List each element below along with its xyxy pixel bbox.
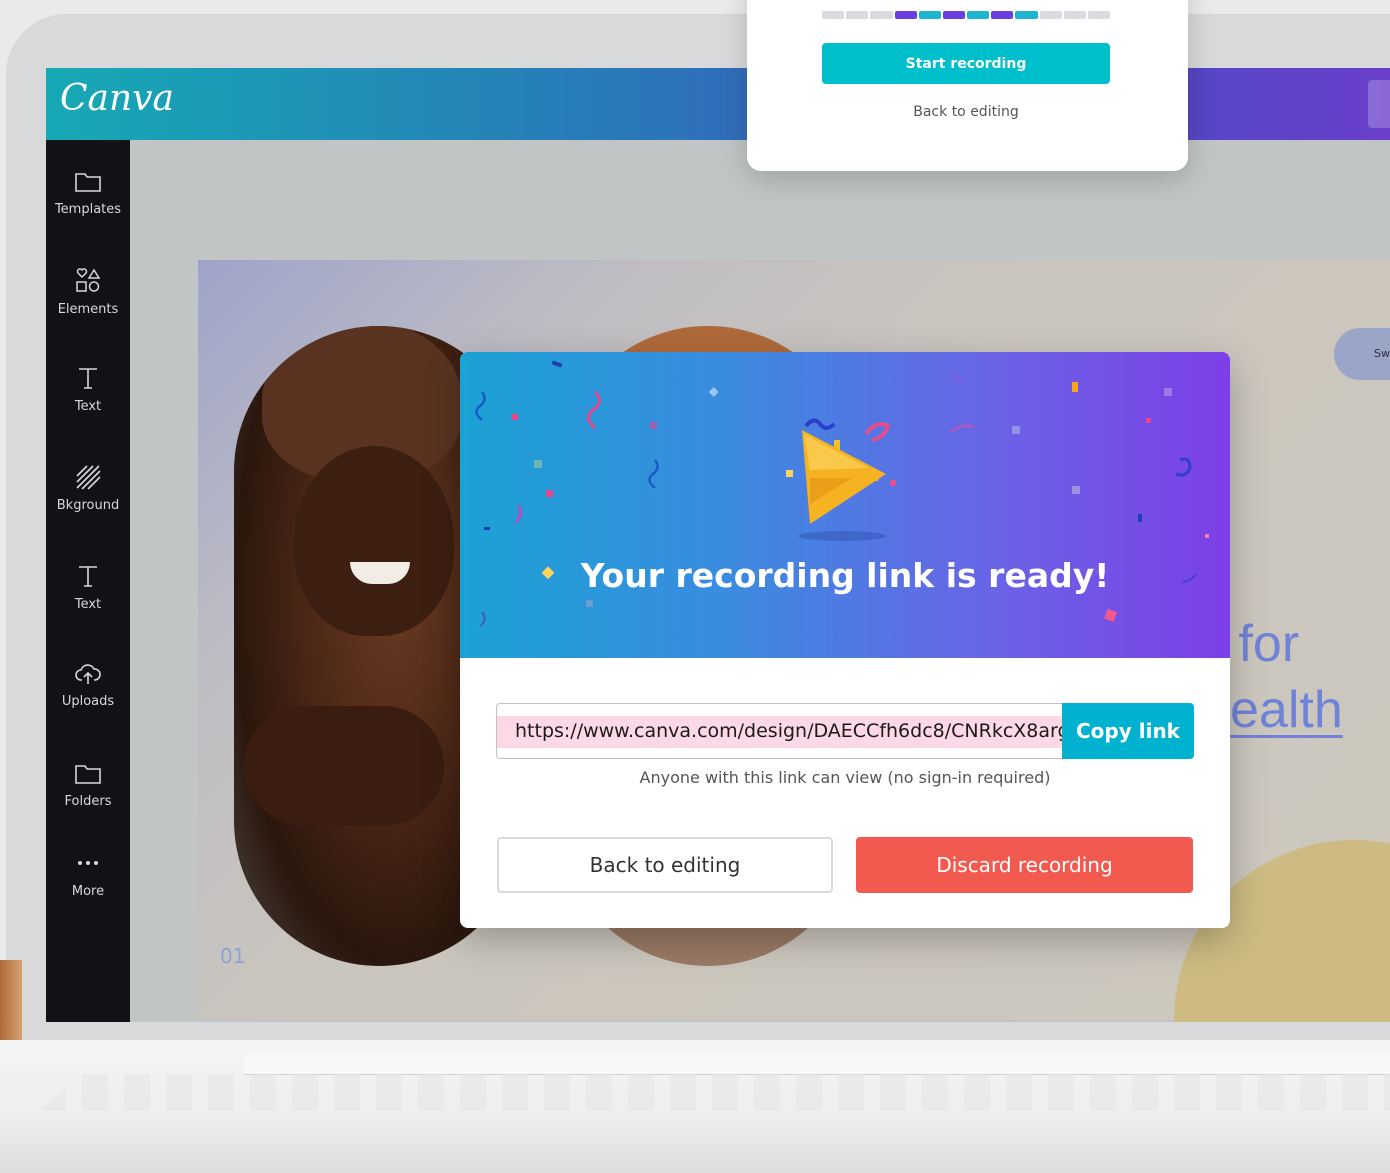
top-bar: Canva bbox=[46, 68, 1390, 140]
meter-segment bbox=[870, 11, 893, 19]
discard-recording-button[interactable]: Discard recording bbox=[856, 837, 1193, 893]
sidebar-item-label: Text bbox=[74, 597, 102, 612]
shapes-icon bbox=[46, 266, 130, 298]
sidebar-item-more[interactable]: More bbox=[46, 848, 130, 899]
share-link-row: Copy link bbox=[496, 703, 1194, 759]
share-link-input[interactable] bbox=[496, 703, 1062, 759]
sidebar-item-folders[interactable]: Folders bbox=[46, 758, 130, 809]
recording-link-modal: Your recording link is ready! Copy link … bbox=[460, 352, 1230, 928]
swap-pill-button[interactable]: Sw bbox=[1334, 328, 1390, 380]
back-to-editing-button[interactable]: Back to editing bbox=[497, 837, 833, 893]
sidebar-item-label: Uploads bbox=[61, 694, 115, 709]
background-hatch-icon bbox=[46, 462, 130, 494]
sidebar-item-text-2[interactable]: Text bbox=[46, 561, 130, 612]
sidebar-item-uploads[interactable]: Uploads bbox=[46, 658, 130, 709]
sidebar-item-elements[interactable]: Elements bbox=[46, 266, 130, 317]
sidebar: Templates Elements Text Bkground Text Up… bbox=[46, 140, 130, 1022]
table-edge bbox=[0, 960, 22, 1040]
sidebar-item-label: Elements bbox=[57, 302, 119, 317]
meter-segment bbox=[1039, 11, 1062, 19]
folder-icon bbox=[46, 166, 130, 198]
start-recording-button[interactable]: Start recording bbox=[822, 43, 1110, 84]
meter-segment bbox=[1063, 11, 1086, 19]
face-shape bbox=[294, 446, 454, 636]
canva-logo: Canva bbox=[60, 78, 174, 119]
sidebar-item-label: Folders bbox=[64, 794, 112, 809]
party-popper-icon bbox=[786, 418, 896, 541]
meter-segment bbox=[822, 11, 845, 19]
back-to-editing-link[interactable]: Back to editing bbox=[822, 104, 1110, 120]
more-dots-icon bbox=[46, 848, 130, 880]
meter-segment bbox=[1015, 11, 1038, 19]
hand-shape bbox=[244, 706, 444, 826]
keyboard bbox=[40, 1074, 1390, 1110]
topbar-action-button[interactable] bbox=[1368, 80, 1390, 128]
meter-segment bbox=[846, 11, 869, 19]
sidebar-item-label: Bkground bbox=[56, 498, 120, 513]
meter-segment bbox=[918, 11, 941, 19]
sidebar-item-label: Templates bbox=[54, 202, 122, 217]
sidebar-item-templates[interactable]: Templates bbox=[46, 166, 130, 217]
meter-segment bbox=[942, 11, 966, 19]
slide-number: 01 bbox=[220, 944, 246, 968]
slide-heading-link[interactable]: ealth bbox=[1230, 680, 1343, 740]
text-icon bbox=[46, 561, 130, 593]
modal-title: Your recording link is ready! bbox=[580, 556, 1110, 595]
text-icon bbox=[46, 363, 130, 395]
laptop-hinge bbox=[244, 1052, 1390, 1074]
meter-segment bbox=[967, 11, 990, 19]
meter-segment bbox=[991, 11, 1014, 19]
sidebar-item-label: Text bbox=[74, 399, 102, 414]
sidebar-item-label: More bbox=[71, 884, 105, 899]
meter-segment bbox=[1087, 11, 1111, 19]
copy-link-button[interactable]: Copy link bbox=[1062, 703, 1194, 759]
sidebar-item-text[interactable]: Text bbox=[46, 363, 130, 414]
cloud-upload-icon bbox=[46, 658, 130, 690]
meter-segment bbox=[894, 11, 917, 19]
folder-icon bbox=[46, 758, 130, 790]
link-permission-note: Anyone with this link can view (no sign-… bbox=[639, 768, 1051, 787]
modal-header: Your recording link is ready! bbox=[460, 352, 1230, 658]
recording-card: Start recording Back to editing bbox=[747, 0, 1188, 171]
sidebar-item-background[interactable]: Bkground bbox=[46, 462, 130, 513]
audio-level-meter bbox=[822, 11, 1111, 19]
